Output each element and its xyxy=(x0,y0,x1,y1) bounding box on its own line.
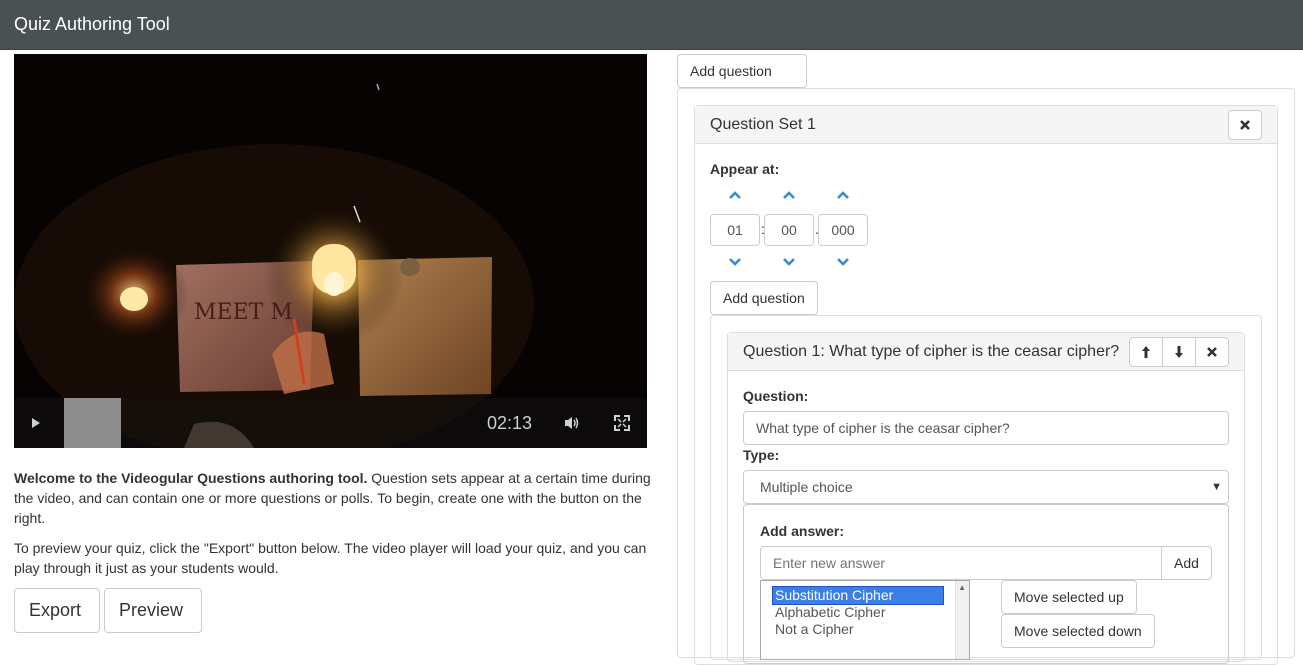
video-frame: MEET M xyxy=(14,54,647,448)
volume-icon xyxy=(565,417,579,429)
question-text-input[interactable]: What type of cipher is the ceasar cipher… xyxy=(743,411,1229,445)
minutes-input[interactable]: 01 xyxy=(710,214,760,246)
question-title: Question 1: What type of cipher is the c… xyxy=(743,343,1120,360)
preview-button[interactable]: Preview xyxy=(104,588,202,633)
minutes-down-chevron-icon[interactable] xyxy=(728,257,742,267)
answers-listbox[interactable]: Substitution Cipher Alphabetic Cipher No… xyxy=(760,580,970,660)
question-set-heading: Question Set 1 xyxy=(695,106,1277,144)
answer-option[interactable]: Alphabetic Cipher xyxy=(773,604,943,621)
answer-option[interactable]: Not a Cipher xyxy=(773,621,943,638)
volume-button[interactable] xyxy=(563,415,581,431)
type-label: Type: xyxy=(743,447,780,463)
ms-down-chevron-icon[interactable] xyxy=(836,257,850,267)
ms-up-chevron-icon[interactable] xyxy=(836,190,850,200)
question-type-value: Multiple choice xyxy=(760,479,853,495)
scrub-handle[interactable] xyxy=(64,398,121,448)
scroll-up-arrow-icon[interactable]: ▲ xyxy=(958,583,966,592)
add-answer-label: Add answer: xyxy=(760,523,845,539)
app-title: Quiz Authoring Tool xyxy=(14,14,170,34)
appear-at-label: Appear at: xyxy=(710,161,780,177)
minutes-up-chevron-icon[interactable] xyxy=(728,190,742,200)
seconds-up-chevron-icon[interactable] xyxy=(782,190,796,200)
fullscreen-button[interactable] xyxy=(614,415,630,431)
add-answer-button[interactable]: Add xyxy=(1161,546,1212,580)
navbar: Quiz Authoring Tool xyxy=(0,0,1303,50)
question-set-title: Question Set 1 xyxy=(710,116,816,133)
seconds-input[interactable]: 00 xyxy=(764,214,814,246)
preview-paragraph: To preview your quiz, click the "Export"… xyxy=(14,540,647,576)
video-time: 02:13 xyxy=(487,413,533,433)
question-type-select[interactable]: Multiple choice ▼ xyxy=(743,470,1229,504)
listbox-scrollbar[interactable]: ▲ xyxy=(955,581,969,659)
add-question-set-button[interactable]: Add question set xyxy=(677,54,807,111)
export-button[interactable]: Export xyxy=(14,588,100,633)
arrow-down-icon xyxy=(1175,346,1183,358)
delete-question-set-button[interactable] xyxy=(1228,110,1262,140)
seconds-down-chevron-icon[interactable] xyxy=(782,257,796,267)
add-question-button[interactable]: Add question xyxy=(710,281,818,315)
new-answer-input[interactable] xyxy=(760,546,1162,580)
caret-down-icon: ▼ xyxy=(1211,481,1222,493)
fullscreen-icon xyxy=(614,415,630,431)
question-heading: Question 1: What type of cipher is the c… xyxy=(728,333,1244,371)
welcome-bold: Welcome to the Videogular Questions auth… xyxy=(14,470,368,486)
move-question-down-button[interactable] xyxy=(1162,337,1196,367)
close-icon xyxy=(1240,120,1250,130)
play-icon xyxy=(32,418,40,428)
answer-option[interactable]: Substitution Cipher xyxy=(772,586,944,605)
welcome-paragraph: Welcome to the Videogular Questions auth… xyxy=(14,468,654,528)
arrow-up-icon xyxy=(1142,346,1150,358)
move-answer-down-button[interactable]: Move selected down xyxy=(1001,614,1155,648)
intro-text: Welcome to the Videogular Questions auth… xyxy=(14,468,654,588)
video-player[interactable]: MEET M 02:13 xyxy=(14,54,647,448)
question-label: Question: xyxy=(743,388,809,404)
close-icon xyxy=(1207,347,1217,357)
play-button[interactable] xyxy=(28,415,44,431)
video-controls: 02:13 xyxy=(14,398,647,448)
move-answer-up-button[interactable]: Move selected up xyxy=(1001,580,1137,614)
milliseconds-input[interactable]: 000 xyxy=(818,214,868,246)
delete-question-button[interactable] xyxy=(1195,337,1229,367)
move-question-up-button[interactable] xyxy=(1129,337,1163,367)
